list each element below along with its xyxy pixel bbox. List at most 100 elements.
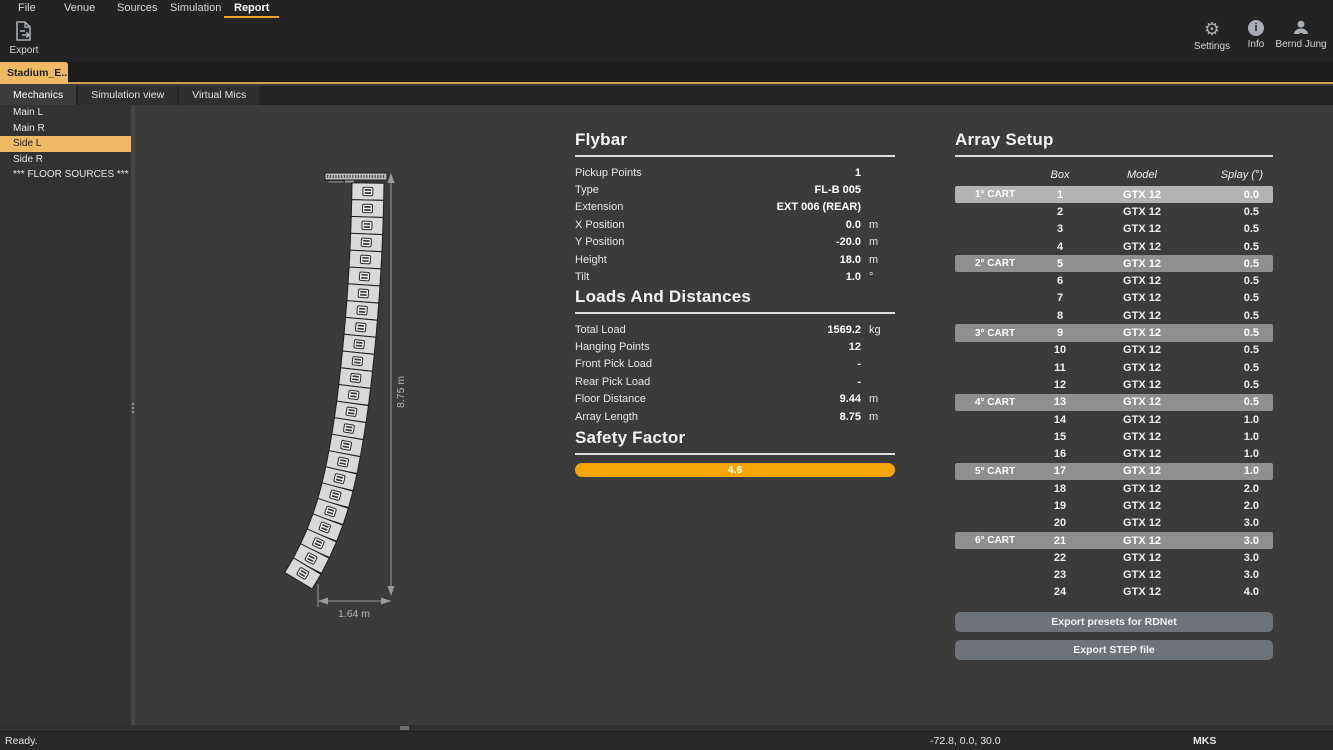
- property-row: Array Length8.75m: [575, 408, 895, 425]
- table-row[interactable]: 7GTX 120.5: [955, 290, 1273, 307]
- box-handle-icon: [348, 390, 359, 400]
- table-row[interactable]: 14GTX 121.0: [955, 411, 1273, 428]
- export-button[interactable]: Export: [2, 20, 46, 56]
- speaker-box: [351, 200, 383, 218]
- splay-cell: 3.0: [1199, 569, 1273, 581]
- table-row[interactable]: 23GTX 123.0: [955, 567, 1273, 584]
- property-unit: m: [869, 219, 895, 231]
- splay-cell: 0.5: [1199, 258, 1273, 270]
- table-row[interactable]: 5° CART17GTX 121.0: [955, 463, 1273, 480]
- property-value: -20.0: [836, 236, 861, 248]
- property-value: 1.0: [846, 271, 861, 283]
- property-row: Height18.0m: [575, 251, 895, 268]
- settings-label: Settings: [1194, 41, 1230, 52]
- speaker-box: [351, 216, 384, 234]
- table-row[interactable]: 12GTX 120.5: [955, 376, 1273, 393]
- table-row[interactable]: 16GTX 121.0: [955, 445, 1273, 462]
- box-cell: 7: [1035, 292, 1085, 304]
- cart-cell: 1° CART: [955, 189, 1035, 200]
- table-row[interactable]: 6° CART21GTX 123.0: [955, 532, 1273, 549]
- box-handle-icon: [337, 457, 348, 467]
- table-row[interactable]: 18GTX 122.0: [955, 480, 1273, 497]
- user-label: Bernd Jung: [1275, 39, 1326, 50]
- property-unit: m: [869, 254, 895, 266]
- table-row[interactable]: 1° CART1GTX 120.0: [955, 186, 1273, 203]
- splay-cell: 0.5: [1199, 292, 1273, 304]
- top-toolbar: FileVenueSourcesSimulationReport Export …: [0, 0, 1333, 62]
- speaker-box: [347, 284, 380, 303]
- property-unit: m: [869, 411, 895, 423]
- project-tab[interactable]: Stadium_E...: [0, 62, 68, 84]
- box-handle-icon: [354, 340, 365, 349]
- model-cell: GTX 12: [1085, 275, 1199, 287]
- table-row[interactable]: 2GTX 120.5: [955, 203, 1273, 220]
- box-handle-icon: [357, 306, 368, 315]
- settings-button[interactable]: ⚙ Settings: [1190, 20, 1234, 52]
- property-label: Total Load: [575, 324, 827, 336]
- cart-cell: 6° CART: [955, 535, 1035, 546]
- property-value: FL-B 005: [815, 184, 861, 196]
- table-row[interactable]: 24GTX 124.0: [955, 584, 1273, 601]
- box-cell: 2: [1035, 206, 1085, 218]
- table-row[interactable]: 4° CART13GTX 120.5: [955, 394, 1273, 411]
- box-cell: 5: [1035, 258, 1085, 270]
- menu-item-simulation[interactable]: Simulation: [170, 2, 221, 14]
- sidebar-item-floor-sources[interactable]: *** FLOOR SOURCES ***: [0, 167, 131, 183]
- splay-cell: 0.5: [1199, 310, 1273, 322]
- info-button[interactable]: i Info: [1240, 20, 1272, 50]
- box-cell: 9: [1035, 327, 1085, 339]
- table-row[interactable]: 11GTX 120.5: [955, 359, 1273, 376]
- property-value: -: [857, 376, 861, 388]
- property-label: Y Position: [575, 236, 836, 248]
- table-row[interactable]: 20GTX 123.0: [955, 515, 1273, 532]
- box-handle-icon: [340, 440, 351, 450]
- table-row[interactable]: 3° CART9GTX 120.5: [955, 324, 1273, 341]
- menu-item-report[interactable]: Report: [234, 2, 269, 14]
- menu-item-file[interactable]: File: [18, 2, 36, 14]
- view-tab-virtual-mics[interactable]: Virtual Mics: [179, 86, 259, 105]
- model-cell: GTX 12: [1085, 483, 1199, 495]
- export-buttons: Export presets for RDNet Export STEP fil…: [955, 612, 1273, 660]
- sidebar-item-side-r[interactable]: Side R: [0, 152, 131, 168]
- column-header: Splay (°): [1199, 169, 1273, 181]
- table-row[interactable]: 6GTX 120.5: [955, 272, 1273, 289]
- model-cell: GTX 12: [1085, 586, 1199, 598]
- property-value: 9.44: [840, 393, 861, 405]
- table-row[interactable]: 3GTX 120.5: [955, 221, 1273, 238]
- speaker-box: [344, 317, 377, 337]
- speaker-box: [352, 183, 384, 201]
- sidebar-item-main-r[interactable]: Main R: [0, 121, 131, 137]
- export-step-button[interactable]: Export STEP file: [955, 640, 1273, 660]
- box-cell: 11: [1035, 362, 1085, 374]
- speaker-box: [350, 233, 383, 251]
- property-row: ExtensionEXT 006 (REAR): [575, 199, 895, 216]
- view-tab-simulation-view[interactable]: Simulation view: [78, 86, 177, 105]
- horizontal-splitter-grip-icon[interactable]: [400, 726, 409, 730]
- property-row: Pickup Points1: [575, 164, 895, 181]
- menu-item-venue[interactable]: Venue: [64, 2, 95, 14]
- property-row: X Position0.0m: [575, 216, 895, 233]
- sidebar-item-main-l[interactable]: Main L: [0, 105, 131, 121]
- table-row[interactable]: 15GTX 121.0: [955, 428, 1273, 445]
- table-row[interactable]: 22GTX 123.0: [955, 549, 1273, 566]
- table-row[interactable]: 10GTX 120.5: [955, 342, 1273, 359]
- table-row[interactable]: 4GTX 120.5: [955, 238, 1273, 255]
- array-table-body: 1° CART1GTX 120.02GTX 120.53GTX 120.54GT…: [955, 186, 1273, 601]
- table-row[interactable]: 8GTX 120.5: [955, 307, 1273, 324]
- view-tab-mechanics[interactable]: Mechanics: [0, 86, 76, 105]
- box-handle-icon: [355, 323, 366, 332]
- property-value: 8.75: [840, 411, 861, 423]
- safety-section: Safety Factor 4.6: [575, 428, 895, 477]
- vertical-splitter[interactable]: [131, 105, 135, 725]
- array-setup-panel: Array Setup BoxModelSplay (°) 1° CART1GT…: [955, 130, 1273, 668]
- splay-cell: 0.5: [1199, 206, 1273, 218]
- box-cell: 21: [1035, 535, 1085, 547]
- table-row[interactable]: 2° CART5GTX 120.5: [955, 255, 1273, 272]
- property-row: Floor Distance9.44m: [575, 391, 895, 408]
- table-row[interactable]: 19GTX 122.0: [955, 497, 1273, 514]
- speaker-box: [348, 267, 381, 286]
- user-account-button[interactable]: Bernd Jung: [1272, 20, 1330, 50]
- export-rdnet-button[interactable]: Export presets for RDNet: [955, 612, 1273, 632]
- sidebar-item-side-l[interactable]: Side L: [0, 136, 131, 152]
- menu-item-sources[interactable]: Sources: [117, 2, 157, 14]
